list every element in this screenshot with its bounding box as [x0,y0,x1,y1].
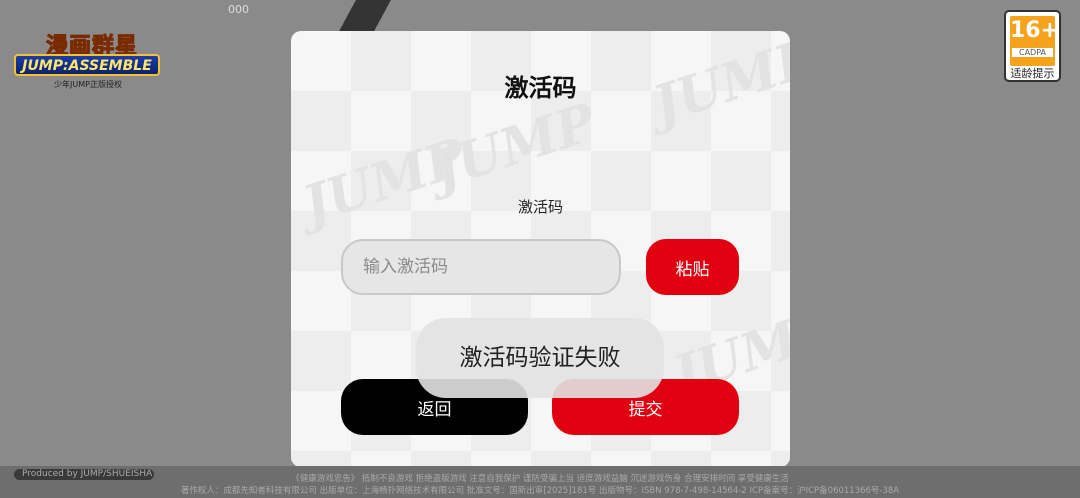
age-rating-number: 16+ [1010,18,1060,43]
paste-button[interactable]: 粘贴 [646,239,739,295]
age-rating-top: 16+ CADPA [1010,16,1060,66]
age-rating-label: 适龄提示 [1010,67,1055,80]
activation-code-dialog: JUMP JUMP JUMP JUMP 激活码 激活码 粘贴 返回 提交 [291,31,790,467]
age-rating-badge[interactable]: 16+ CADPA 适龄提示 [1004,10,1061,82]
age-rating-org: CADPA [1012,48,1053,57]
logo-title: 漫画群星 [46,33,139,60]
dialog-title: 激活码 [504,74,577,102]
background-number: 000 [228,3,249,16]
game-logo: 漫画群星 JUMP:ASSEMBLE 少年JUMP正版授权 [14,28,160,92]
logo-main-text: JUMP:ASSEMBLE [14,54,160,76]
background-streak [321,0,409,34]
activation-code-input[interactable] [341,239,621,295]
logo-subtitle: 少年JUMP正版授权 [54,80,122,89]
publisher-info: 著作权人：成都先知者科技有限公司 出版单位：上海畅扑网络技术有限公司 批准文号：… [180,486,900,496]
code-field-label: 激活码 [517,198,563,216]
error-toast: 激活码验证失败 [416,318,664,398]
footer-bar: Produced by JUMP/SHUEISHA 《健康游戏忠告》 抵制不良游… [0,466,1080,498]
health-notice: 《健康游戏忠告》 抵制不良游戏 拒绝盗版游戏 注意自我保护 谨防受骗上当 适度游… [291,474,789,484]
